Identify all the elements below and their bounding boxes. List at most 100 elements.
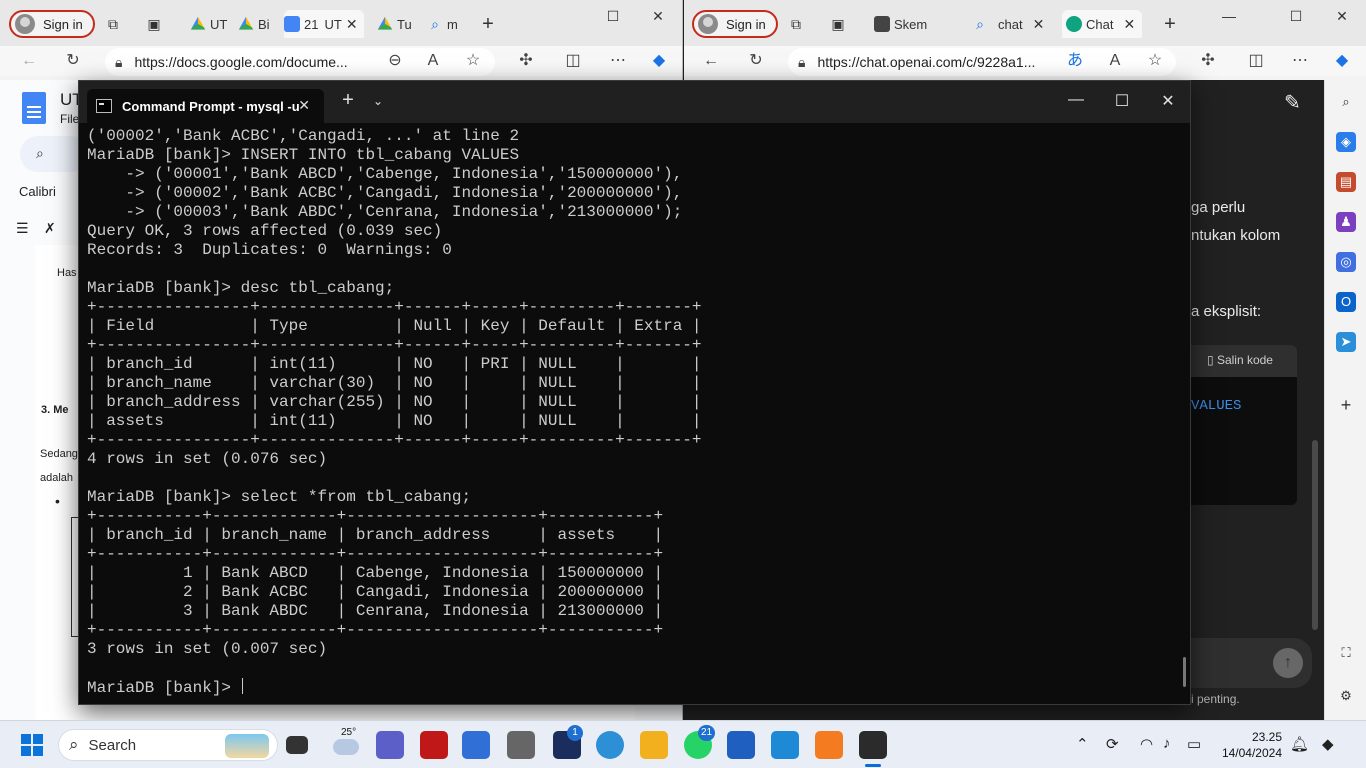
font-selector[interactable]: Calibri	[19, 184, 56, 199]
file-menu[interactable]: File	[60, 112, 79, 126]
minimize-icon[interactable]: —	[1214, 8, 1244, 24]
taskbar-search[interactable]: ⌕ Search	[58, 729, 278, 761]
new-tab-icon[interactable]: +	[333, 89, 363, 112]
extensions-icon[interactable]: ✣	[515, 50, 537, 72]
microsoft365-icon[interactable]: ◎	[1336, 252, 1356, 272]
read-aloud-icon[interactable]: A	[1104, 50, 1126, 72]
terminal-line: -> ('00003','Bank ABDC','Cenrana, Indone…	[87, 203, 683, 221]
terminal-titlebar[interactable]: Command Prompt - mysql -u ✕ + ⌄ — ☐ ✕	[79, 81, 1190, 123]
minimize-icon[interactable]: —	[1061, 91, 1091, 109]
copy-code-button[interactable]: ▯ Salin kode	[1207, 353, 1273, 367]
message-input[interactable]: ↑	[1191, 638, 1312, 688]
zoom-icon[interactable]: ⊖	[384, 50, 406, 72]
outlook-icon[interactable]: O	[1336, 292, 1356, 312]
read-aloud-icon[interactable]: A	[422, 50, 444, 72]
teams-icon[interactable]	[376, 731, 404, 759]
favorite-star-icon[interactable]: ☆	[462, 50, 484, 72]
weather-widget-icon[interactable]: 25°	[333, 727, 361, 759]
tab-1[interactable]: Skem	[874, 10, 959, 38]
refresh-icon[interactable]: ↻	[745, 50, 767, 72]
close-window-icon[interactable]: ✕	[643, 8, 673, 25]
chevron-down-icon[interactable]: ⌄	[363, 94, 393, 108]
favorite-star-icon[interactable]: ☆	[1144, 50, 1166, 72]
people-app-icon[interactable]	[596, 731, 624, 759]
maximize-icon[interactable]: ☐	[1107, 91, 1137, 111]
windows-logo-icon	[21, 746, 31, 756]
new-tab-icon[interactable]: +	[1162, 14, 1178, 34]
tab-2[interactable]: ⌕ chat ✕	[972, 10, 1052, 38]
toolbox-icon[interactable]: ▤	[1336, 172, 1356, 192]
send-icon[interactable]: ➤	[1336, 332, 1356, 352]
chat-scrollbar[interactable]	[1312, 440, 1318, 630]
start-button[interactable]	[21, 734, 43, 756]
battery-icon[interactable]: ▭	[1187, 735, 1201, 753]
copilot-icon[interactable]: ◆	[1331, 50, 1353, 72]
split-screen-icon[interactable]: ◫	[562, 50, 584, 72]
new-chat-icon[interactable]: ✎	[1284, 90, 1301, 115]
task-view-icon[interactable]	[286, 736, 308, 754]
close-tab-icon[interactable]: ✕	[1123, 16, 1135, 33]
l-app-icon[interactable]: 1	[553, 725, 583, 759]
notifications-bell-icon[interactable]: 🔔︎	[1290, 735, 1309, 753]
copilot-icon[interactable]: ◆	[648, 50, 670, 72]
terminal-scrollbar[interactable]	[1183, 657, 1186, 687]
chevron-up-icon[interactable]: ⌃	[1076, 735, 1089, 753]
more-icon[interactable]: ⋯	[1289, 50, 1311, 72]
close-tab-icon[interactable]: ✕	[298, 97, 310, 114]
tab-actions-icon[interactable]: ▣	[146, 16, 162, 32]
signin-button[interactable]: Sign in	[9, 10, 95, 38]
copilot-taskbar-icon[interactable]: ◆	[1322, 735, 1334, 753]
signin-button[interactable]: Sign in	[692, 10, 778, 38]
workspaces-icon[interactable]: ⧉	[105, 16, 121, 32]
tab-3-active[interactable]: Chat ✕	[1062, 10, 1142, 38]
screenshot-icon[interactable]: ⛶	[1336, 643, 1356, 663]
tab-actions-icon[interactable]: ▣	[830, 16, 846, 32]
paint-icon[interactable]	[771, 731, 799, 759]
store-icon[interactable]	[462, 731, 490, 759]
maximize-icon[interactable]: ☐	[1281, 8, 1311, 25]
search-icon[interactable]: ⌕	[1336, 92, 1356, 112]
outline-icon[interactable]: ☰	[16, 220, 29, 237]
clock[interactable]: 23.25 14/04/2024	[1222, 729, 1282, 761]
tab-5[interactable]: Tu	[377, 10, 419, 38]
terminal-tab[interactable]: Command Prompt - mysql -u ✕	[87, 89, 324, 123]
word-icon[interactable]	[727, 731, 755, 759]
games-icon[interactable]: ♟	[1336, 212, 1356, 232]
close-window-icon[interactable]: ✕	[1153, 91, 1183, 111]
back-icon[interactable]: ←	[18, 50, 40, 72]
close-tab-icon[interactable]: ✕	[1033, 16, 1045, 33]
extensions-icon[interactable]: ✣	[1197, 50, 1219, 72]
whatsapp-icon[interactable]: 21	[684, 725, 716, 759]
close-tab-icon[interactable]: ✕	[346, 16, 358, 33]
tab-6[interactable]: ⌕ m	[427, 10, 467, 38]
workspaces-icon[interactable]: ⧉	[788, 16, 804, 32]
maximize-icon[interactable]: ☐	[598, 8, 628, 25]
more-icon[interactable]: ⋯	[607, 50, 629, 72]
refresh-icon[interactable]: ↻	[62, 50, 84, 72]
terminal-taskbar-icon[interactable]	[859, 731, 887, 759]
mcafee-icon[interactable]	[420, 731, 448, 759]
new-tab-icon[interactable]: +	[480, 14, 496, 34]
volume-icon[interactable]: ♪	[1163, 735, 1171, 752]
camera-icon[interactable]	[507, 731, 535, 759]
settings-gear-icon[interactable]: ⚙	[1336, 686, 1356, 706]
back-icon[interactable]: ←	[700, 50, 722, 72]
tag-icon[interactable]: ◈	[1336, 132, 1356, 152]
add-icon[interactable]: +	[1336, 395, 1356, 415]
wifi-icon[interactable]: ◠	[1140, 735, 1153, 753]
terminal-output[interactable]: ('00002','Bank ACBC','Cangadi, ...' at l…	[87, 127, 1182, 698]
send-arrow-icon[interactable]: ↑	[1273, 648, 1303, 678]
clear-format-icon[interactable]: ✗	[44, 220, 56, 237]
right-address-bar: ← ↻ 🔒︎ https://chat.openai.com/c/9228a1.…	[684, 46, 1366, 76]
xampp-icon[interactable]	[815, 731, 843, 759]
sync-icon[interactable]: ⟳	[1106, 735, 1119, 753]
translate-icon[interactable]: あ	[1064, 50, 1086, 72]
split-screen-icon[interactable]: ◫	[1245, 50, 1267, 72]
close-window-icon[interactable]: ✕	[1327, 8, 1357, 25]
tab-1[interactable]: UT	[190, 10, 230, 38]
tab-2[interactable]: Bi	[238, 10, 278, 38]
tab-3-active[interactable]: 21 UT ✕	[284, 10, 364, 38]
terminal-line: | 1 | Bank ABCD | Cabenge, Indonesia | 1…	[87, 564, 664, 582]
edge-sidebar: ⌕ ◈ ▤ ♟ ◎ O ➤ + ⛶ ⚙	[1324, 80, 1366, 720]
file-explorer-icon[interactable]	[640, 731, 668, 759]
